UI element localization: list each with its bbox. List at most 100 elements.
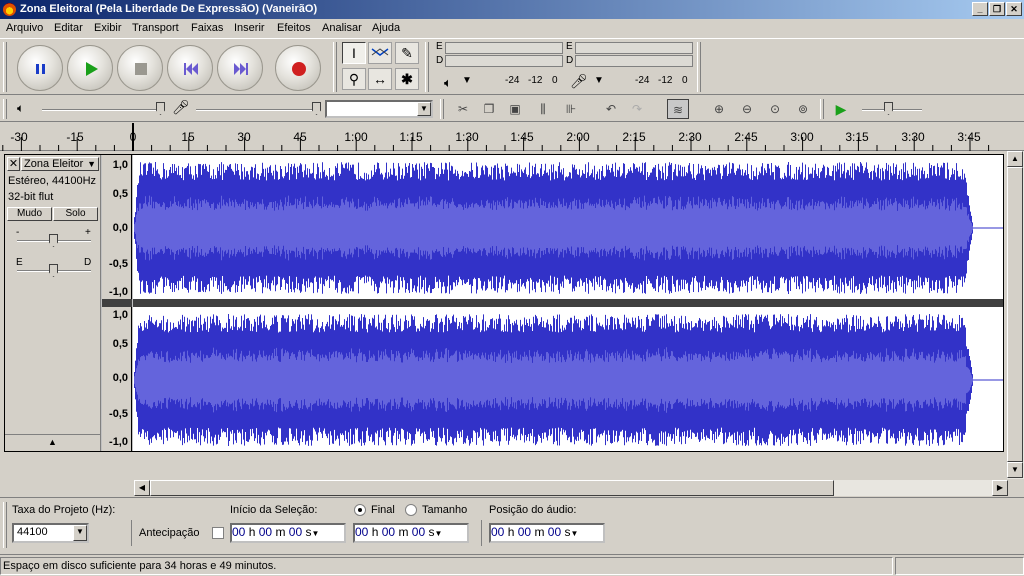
play-scale-0: 0 bbox=[552, 75, 558, 86]
menu-faixas[interactable]: Faixas bbox=[191, 22, 223, 34]
play-meter-right[interactable] bbox=[445, 55, 563, 67]
end-radio[interactable] bbox=[354, 504, 366, 516]
minimize-button[interactable]: _ bbox=[972, 2, 988, 16]
menu-editar[interactable]: Editar bbox=[54, 22, 83, 34]
gain-thumb[interactable] bbox=[49, 234, 58, 247]
output-volume-thumb[interactable] bbox=[156, 102, 165, 115]
restore-button[interactable]: ❐ bbox=[989, 2, 1005, 16]
fit-selection-button[interactable]: ⊙ bbox=[764, 99, 786, 119]
redo-button[interactable]: ↷ bbox=[626, 99, 648, 119]
menu-transport[interactable]: Transport bbox=[132, 22, 179, 34]
track-panel[interactable]: ✕ Zona Eleitor ▼ Estéreo, 44100Hz 32-bit… bbox=[4, 154, 1004, 452]
output-volume-slider[interactable] bbox=[42, 109, 164, 111]
record-button[interactable] bbox=[275, 45, 321, 91]
selection-tool-button[interactable]: I bbox=[342, 42, 366, 64]
vertical-scroll-thumb[interactable] bbox=[1007, 167, 1023, 462]
zoom-in-button[interactable]: ⊕ bbox=[708, 99, 730, 119]
draw-tool-button[interactable]: ✎ bbox=[395, 42, 419, 64]
format-menu-arrow-icon[interactable]: ▼ bbox=[311, 529, 319, 538]
track-collapse-button[interactable]: ▲ bbox=[5, 434, 100, 450]
waveform-left-channel[interactable] bbox=[133, 155, 1003, 299]
combo-arrow-icon[interactable]: ▼ bbox=[417, 102, 431, 116]
timeline-ruler[interactable]: -30 -15 0 15 30 45 1:00 1:15 1:30 1:45 2… bbox=[0, 123, 1024, 151]
track-close-button[interactable]: ✕ bbox=[7, 157, 20, 171]
track-name-menu[interactable]: Zona Eleitor ▼ bbox=[21, 157, 99, 171]
menu-inserir[interactable]: Inserir bbox=[234, 22, 265, 34]
playat-grip[interactable] bbox=[820, 99, 824, 119]
ruler-label: 2:00 bbox=[566, 130, 590, 144]
play-meter-menu-arrow[interactable]: ▼ bbox=[462, 75, 472, 86]
menu-exibir[interactable]: Exibir bbox=[94, 22, 122, 34]
snap-to-checkbox[interactable] bbox=[212, 527, 224, 539]
menu-ajuda[interactable]: Ajuda bbox=[372, 22, 400, 34]
paste-button[interactable]: ▣ bbox=[504, 99, 526, 119]
redo-icon: ↷ bbox=[631, 102, 643, 116]
rec-scale-0: 0 bbox=[682, 75, 688, 86]
input-source-combo[interactable]: ▼ bbox=[325, 100, 433, 118]
close-window-button[interactable]: ✕ bbox=[1006, 2, 1022, 16]
play-button[interactable] bbox=[67, 45, 113, 91]
sync-lock-button[interactable]: ≋ bbox=[667, 99, 689, 119]
cut-button[interactable]: ✂ bbox=[452, 99, 474, 119]
asterisk-icon: ✱ bbox=[401, 71, 413, 87]
play-speed-thumb[interactable] bbox=[884, 102, 893, 115]
mixer-grip[interactable] bbox=[3, 99, 7, 119]
skip-start-button[interactable] bbox=[167, 45, 213, 91]
rec-meter-menu-arrow[interactable]: ▼ bbox=[594, 75, 604, 86]
menu-efeitos[interactable]: Efeitos bbox=[277, 22, 311, 34]
waveform-rms bbox=[134, 195, 973, 261]
solo-button[interactable]: Solo bbox=[53, 207, 98, 221]
undo-button[interactable]: ↶ bbox=[600, 99, 622, 119]
format-menu-arrow-icon[interactable]: ▼ bbox=[570, 529, 578, 538]
multi-tool-button[interactable]: ✱ bbox=[395, 68, 419, 90]
selection-grip[interactable] bbox=[3, 502, 7, 548]
scroll-left-button[interactable]: ◀ bbox=[134, 480, 150, 496]
horizontal-scroll-thumb[interactable] bbox=[150, 480, 834, 496]
project-rate-value: 44100 bbox=[17, 526, 48, 538]
scroll-up-button[interactable]: ▲ bbox=[1007, 151, 1023, 167]
rate-combo-arrow-icon[interactable]: ▼ bbox=[73, 525, 87, 541]
copy-button[interactable]: ❐ bbox=[478, 99, 500, 119]
silence-button[interactable]: ⊪ bbox=[560, 99, 582, 119]
tools-grip[interactable] bbox=[333, 42, 337, 92]
audio-position-time[interactable]: 00 h 00 m 00 s▼ bbox=[489, 523, 605, 543]
input-volume-thumb[interactable] bbox=[312, 102, 321, 115]
play-meter-left[interactable] bbox=[445, 42, 563, 54]
menu-analisar[interactable]: Analisar bbox=[322, 22, 362, 34]
selection-start-time[interactable]: 00 h 00 m 00 s▼ bbox=[230, 523, 346, 543]
length-radio[interactable] bbox=[405, 504, 417, 516]
scroll-down-button[interactable]: ▼ bbox=[1007, 462, 1023, 478]
pan-thumb[interactable] bbox=[49, 264, 58, 277]
menu-arquivo[interactable]: Arquivo bbox=[6, 22, 43, 34]
horizontal-scrollbar[interactable]: ◀ ▶ bbox=[134, 480, 1008, 496]
pause-button[interactable] bbox=[17, 45, 63, 91]
meter-end-grip[interactable] bbox=[697, 42, 701, 92]
track-format: Estéreo, 44100Hz bbox=[8, 175, 97, 187]
rec-meter-right[interactable] bbox=[575, 55, 693, 67]
toolbar-grip[interactable] bbox=[3, 42, 7, 92]
zoom-tool-button[interactable]: ⚲ bbox=[342, 68, 366, 90]
rec-meter-left[interactable] bbox=[575, 42, 693, 54]
edit-grip[interactable] bbox=[440, 99, 444, 119]
undo-icon: ↶ bbox=[605, 102, 617, 116]
envelope-tool-button[interactable] bbox=[368, 42, 392, 64]
skip-end-button[interactable] bbox=[217, 45, 263, 91]
arrow-up-icon: ▲ bbox=[1011, 154, 1019, 163]
waveform-right-channel[interactable] bbox=[133, 307, 1003, 451]
trim-button[interactable]: ⫼ bbox=[532, 99, 554, 119]
channel-separator bbox=[133, 299, 1003, 307]
selection-end-time[interactable]: 00 h 00 m 00 s▼ bbox=[353, 523, 469, 543]
project-rate-combo[interactable]: 44100 ▼ bbox=[12, 523, 89, 543]
fit-project-button[interactable]: ⊚ bbox=[792, 99, 814, 119]
meter-grip[interactable] bbox=[425, 42, 429, 92]
arrow-left-icon: ◀ bbox=[138, 483, 146, 492]
play-at-speed-button[interactable]: ▶ bbox=[830, 99, 852, 119]
format-menu-arrow-icon[interactable]: ▼ bbox=[434, 529, 442, 538]
mute-button[interactable]: Mudo bbox=[7, 207, 52, 221]
input-volume-slider[interactable] bbox=[196, 109, 318, 111]
vertical-scrollbar[interactable]: ▲ ▼ bbox=[1007, 151, 1024, 479]
zoom-out-button[interactable]: ⊖ bbox=[736, 99, 758, 119]
scroll-right-button[interactable]: ▶ bbox=[992, 480, 1008, 496]
stop-button[interactable] bbox=[117, 45, 163, 91]
timeshift-tool-button[interactable]: ↔ bbox=[368, 68, 392, 90]
